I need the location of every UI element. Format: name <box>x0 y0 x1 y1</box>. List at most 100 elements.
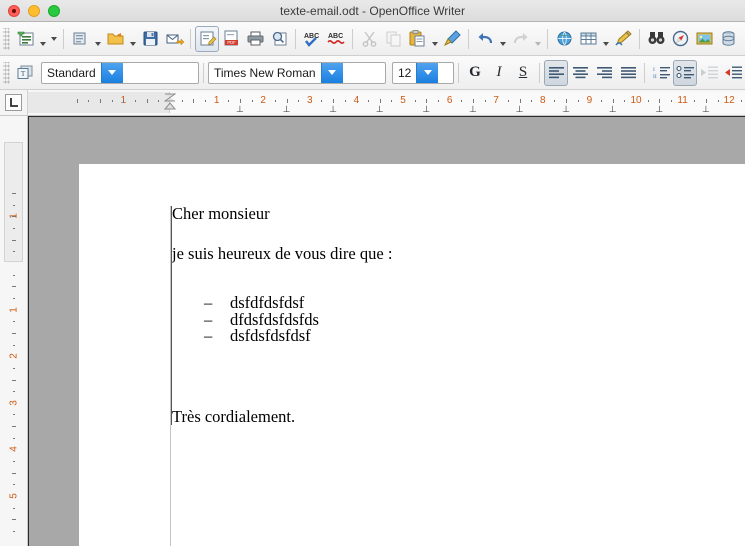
autospellcheck-icon[interactable]: ABC <box>324 26 348 52</box>
ruler-tab-stop[interactable]: ⊥ <box>516 105 524 114</box>
open-folder-dropdown[interactable] <box>127 26 138 52</box>
ruler-tick <box>181 100 183 102</box>
toolbar-grip[interactable] <box>3 27 10 50</box>
document-content[interactable]: Cher monsieur je suis heureux de vous di… <box>171 205 745 426</box>
font-name-dropdown-button[interactable] <box>320 62 343 83</box>
list-item[interactable]: – dsfdsfdsfdsf <box>172 326 745 345</box>
edit-file-icon[interactable] <box>195 25 219 52</box>
font-name-combo[interactable]: Times New Roman <box>208 61 386 84</box>
open-document-icon[interactable] <box>68 26 92 52</box>
paragraph-style-value[interactable]: Standard <box>42 63 101 83</box>
numbered-list-button[interactable]: I II <box>649 60 673 86</box>
document-page[interactable]: Cher monsieur je suis heureux de vous di… <box>79 164 745 546</box>
ruler-tick <box>135 100 137 102</box>
svg-text:PDF: PDF <box>227 40 236 45</box>
document-text-area[interactable]: Cher monsieur je suis heureux de vous di… <box>170 205 745 546</box>
list-bullet: – <box>204 326 213 345</box>
navigator-icon[interactable] <box>668 26 692 52</box>
ruler-tick <box>11 239 16 241</box>
ruler-tick <box>251 100 253 102</box>
paragraph-style-combo[interactable]: Standard <box>41 61 199 84</box>
print-preview-icon[interactable] <box>267 26 291 52</box>
ruler-tick <box>437 100 439 102</box>
bold-button[interactable]: G <box>463 60 487 86</box>
document-workspace[interactable]: Cher monsieur je suis heureux de vous di… <box>28 116 745 546</box>
toolbar-separator <box>539 62 540 83</box>
find-replace-icon[interactable] <box>644 26 668 52</box>
save-icon[interactable] <box>138 26 162 52</box>
italic-button[interactable]: I <box>487 60 511 86</box>
print-icon[interactable] <box>243 26 267 52</box>
ruler-tick <box>507 100 509 102</box>
email-document-icon[interactable] <box>162 26 186 52</box>
paragraph-style-dropdown-button[interactable] <box>100 62 123 83</box>
ruler-tick <box>612 99 614 103</box>
insert-image-icon[interactable] <box>692 26 716 52</box>
paste-dropdown[interactable] <box>429 26 440 52</box>
increase-indent-button[interactable] <box>721 60 745 86</box>
toolbar-separator <box>295 28 296 49</box>
export-pdf-icon[interactable]: PDF <box>219 26 243 52</box>
ruler-tick <box>659 99 661 103</box>
ruler-tab-stop[interactable]: ⊥ <box>236 105 244 114</box>
paragraph-indent-marker[interactable] <box>163 93 177 111</box>
align-right-button[interactable] <box>592 60 616 86</box>
ruler-tick <box>158 100 160 102</box>
styles-and-formatting-icon[interactable]: T <box>13 60 37 86</box>
font-size-value[interactable]: 12 <box>393 63 416 83</box>
toolbar-overflow-main[interactable] <box>48 26 59 52</box>
ruler-tab-stop[interactable]: ⊥ <box>422 105 430 114</box>
toolbar-grip[interactable] <box>3 61 10 84</box>
new-document-dropdown[interactable] <box>37 26 48 52</box>
align-justified-button[interactable] <box>616 60 640 86</box>
new-document-icon[interactable] <box>13 26 37 52</box>
table-dropdown[interactable] <box>600 26 611 52</box>
ruler-tab-stop[interactable]: ⊥ <box>655 105 663 114</box>
toolbar-separator <box>63 28 64 49</box>
spelling-icon[interactable]: ABC <box>300 26 324 52</box>
open-folder-icon[interactable] <box>103 26 127 52</box>
ruler-tab-stop[interactable]: ⊥ <box>469 105 477 114</box>
font-size-dropdown-button[interactable] <box>416 62 439 83</box>
italic-label: I <box>496 64 502 80</box>
ruler-tab-stop[interactable]: ⊥ <box>562 105 570 114</box>
paragraph-greeting[interactable]: Cher monsieur <box>172 205 745 223</box>
paragraph-closing[interactable]: Très cordialement. <box>172 408 745 426</box>
clone-formatting-icon[interactable] <box>440 26 464 52</box>
align-left-button[interactable] <box>544 59 568 86</box>
ruler-tab-stop[interactable]: ⊥ <box>283 105 291 114</box>
bullet-list[interactable]: – dsfdfdsfdsf – dfdsfdsfdsfds – dsfdsfds… <box>172 294 745 345</box>
open-document-dropdown[interactable] <box>92 26 103 52</box>
bullet-list-button[interactable] <box>673 59 697 86</box>
undo-dropdown[interactable] <box>497 26 508 52</box>
table-icon[interactable] <box>576 26 600 52</box>
paragraph-intro[interactable]: je suis heureux de vous dire que : <box>172 245 745 263</box>
horizontal-ruler[interactable]: 11⊥2⊥3⊥4⊥5⊥6⊥7⊥8⊥9⊥10⊥11⊥12⊥ <box>28 90 745 115</box>
font-size-combo[interactable]: 12 <box>392 61 454 84</box>
ruler-tab-stop[interactable]: ⊥ <box>376 105 384 114</box>
ruler-tick <box>391 100 393 102</box>
undo-icon[interactable] <box>473 26 497 52</box>
ruler-tick <box>12 507 15 509</box>
draw-functions-icon[interactable] <box>611 26 635 52</box>
ruler-tick <box>321 100 323 102</box>
svg-text:ABC: ABC <box>304 33 319 40</box>
ruler-tab-stop[interactable]: ⊥ <box>609 105 617 114</box>
vertical-ruler[interactable]: 112345 <box>0 116 28 546</box>
ruler-tick <box>531 100 533 102</box>
hyperlink-icon[interactable] <box>552 26 576 52</box>
data-sources-icon[interactable] <box>716 26 740 52</box>
toolbar-separator <box>547 28 548 49</box>
paste-icon[interactable] <box>405 26 429 52</box>
align-center-button[interactable] <box>568 60 592 86</box>
tab-stop-selector[interactable] <box>0 90 28 115</box>
ruler-tick <box>12 274 15 276</box>
ruler-label-6: 6 <box>446 95 453 106</box>
standard-toolbar: PDF ABC ABC <box>0 22 745 56</box>
ruler-tick <box>111 100 113 102</box>
font-name-value[interactable]: Times New Roman <box>209 63 321 83</box>
underline-button[interactable]: S <box>511 60 535 86</box>
ruler-tab-stop[interactable]: ⊥ <box>329 105 337 114</box>
ruler-tab-stop[interactable]: ⊥ <box>702 105 710 114</box>
formatting-marks-icon[interactable]: ¶ <box>740 26 745 52</box>
